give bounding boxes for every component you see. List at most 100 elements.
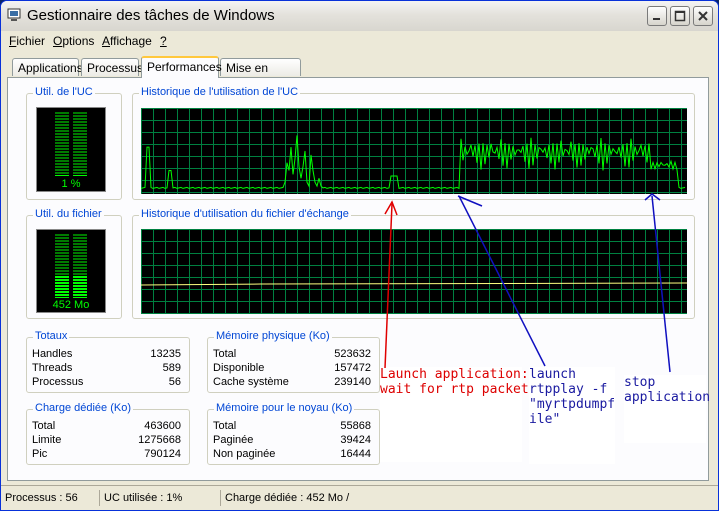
commit-charge-row: Limite 1275668 [32, 434, 181, 446]
meter-segment [73, 139, 87, 141]
annotation-launch-application: Launch application: wait for rtp packets [380, 367, 537, 462]
meter-segment [73, 121, 87, 123]
meter-segment [73, 151, 87, 153]
meter-segment [55, 264, 69, 266]
meter-segment [55, 124, 69, 126]
meter-segment [73, 133, 87, 135]
meter-segment [55, 291, 69, 293]
tab-performances[interactable]: Performances [141, 56, 222, 78]
meter-segment [73, 118, 87, 120]
physical-memory-row: Total 523632 [213, 348, 371, 360]
meter-segment [55, 139, 69, 141]
minimize-icon [653, 18, 660, 20]
meter-segment [55, 133, 69, 135]
menu-fichier[interactable]: Fichier [9, 34, 45, 48]
totals-row: Handles 13235 [32, 348, 181, 360]
tab-applications[interactable]: Applications [12, 58, 83, 76]
cpu-usage-label: Util. de l'UC [33, 86, 95, 98]
meter-segment [55, 261, 69, 263]
meter-segment [55, 252, 69, 254]
meter-segment [73, 276, 87, 278]
menu-options[interactable]: Options [53, 34, 94, 48]
meter-segment [73, 297, 87, 298]
pagefile-usage-bars [55, 234, 87, 298]
task-manager-icon [7, 8, 21, 21]
maximize-button[interactable] [670, 6, 690, 26]
meter-segment [73, 124, 87, 126]
meter-segment [55, 282, 69, 284]
meter-segment [73, 115, 87, 117]
meter-segment [73, 261, 87, 263]
pagefile-history-line [141, 282, 687, 286]
menu-affichage[interactable]: Affichage [102, 34, 152, 48]
meter-segment [55, 249, 69, 251]
meter-segment [55, 118, 69, 120]
meter-segment [73, 166, 87, 168]
meter-segment [73, 252, 87, 254]
tab-processus[interactable]: Processus [81, 58, 143, 76]
graph-grid [141, 108, 687, 194]
meter-segment [55, 255, 69, 257]
meter-segment [55, 160, 69, 162]
status-processes: Processus : 56 [5, 492, 78, 504]
meter-segment [55, 246, 69, 248]
meter-segment [73, 142, 87, 144]
meter-segment [73, 258, 87, 260]
meter-segment [73, 273, 87, 275]
pagefile-history-graph [141, 229, 687, 314]
meter-segment [55, 136, 69, 138]
meter-segment [73, 279, 87, 281]
meter-segment [73, 291, 87, 293]
meter-segment [55, 285, 69, 287]
cpu-usage-bars [55, 112, 87, 176]
meter-segment [73, 136, 87, 138]
status-bar: Processus : 56 UC utilisée : 1% Charge d… [1, 485, 718, 510]
meter-segment [55, 166, 69, 168]
meter-segment [73, 148, 87, 150]
meter-segment [73, 267, 87, 269]
menu-help[interactable]: ? [160, 34, 167, 48]
meter-segment [73, 237, 87, 239]
tab-mise-en-reseau[interactable]: Mise en réseau [220, 58, 301, 93]
meter-segment [73, 255, 87, 257]
commit-charge-group: Charge dédiée (Ko) Total 463600 Limite 127… [26, 402, 190, 465]
meter-segment [73, 157, 87, 159]
cpu-usage-meter: 1 % [36, 107, 106, 192]
meter-segment [55, 294, 69, 296]
meter-segment [55, 270, 69, 272]
totals-label: Totaux [33, 330, 70, 342]
totals-group: Totaux Handles 13235 Threads 589 Processus… [26, 330, 190, 393]
meter-segment [73, 282, 87, 284]
pagefile-usage-group: Util. du fichier 452 Mo [26, 208, 122, 319]
meter-segment [55, 154, 69, 156]
meter-segment [55, 288, 69, 290]
meter-segment [73, 145, 87, 147]
totals-row: Threads 589 [32, 362, 181, 374]
meter-segment [55, 127, 69, 129]
physical-memory-label: Mémoire physique (Ko) [214, 330, 332, 342]
kernel-memory-row: Paginée 39424 [213, 434, 371, 446]
meter-segment [73, 169, 87, 171]
kernel-memory-label: Mémoire pour le noyau (Ko) [214, 402, 355, 414]
pagefile-usage-value: 452 Mo [52, 299, 90, 311]
physical-memory-group: Mémoire physique (Ko) Total 523632 Dispon… [207, 330, 380, 393]
meter-segment [55, 175, 69, 176]
meter-segment [73, 246, 87, 248]
status-commit: Charge dédiée : 452 Mo / [220, 490, 405, 506]
meter-segment [73, 172, 87, 174]
cpu-usage-value: 1 % [61, 178, 81, 190]
minimize-button[interactable] [647, 6, 667, 26]
close-button[interactable] [693, 6, 713, 26]
commit-charge-label: Charge dédiée (Ko) [33, 402, 134, 414]
meter-segment [55, 243, 69, 245]
meter-segment [73, 264, 87, 266]
cpu-usage-group: Util. de l'UC 1 % [26, 86, 122, 200]
meter-segment [55, 130, 69, 132]
cpu-history-label: Historique de l'utilisation de l'UC [139, 86, 301, 98]
cpu-history-graph [141, 108, 687, 194]
title-bar[interactable]: Gestionnaire des tâches de Windows [1, 1, 718, 31]
meter-segment [55, 276, 69, 278]
graph-grid [141, 229, 687, 314]
meter-segment [55, 148, 69, 150]
meter-segment [55, 172, 69, 174]
